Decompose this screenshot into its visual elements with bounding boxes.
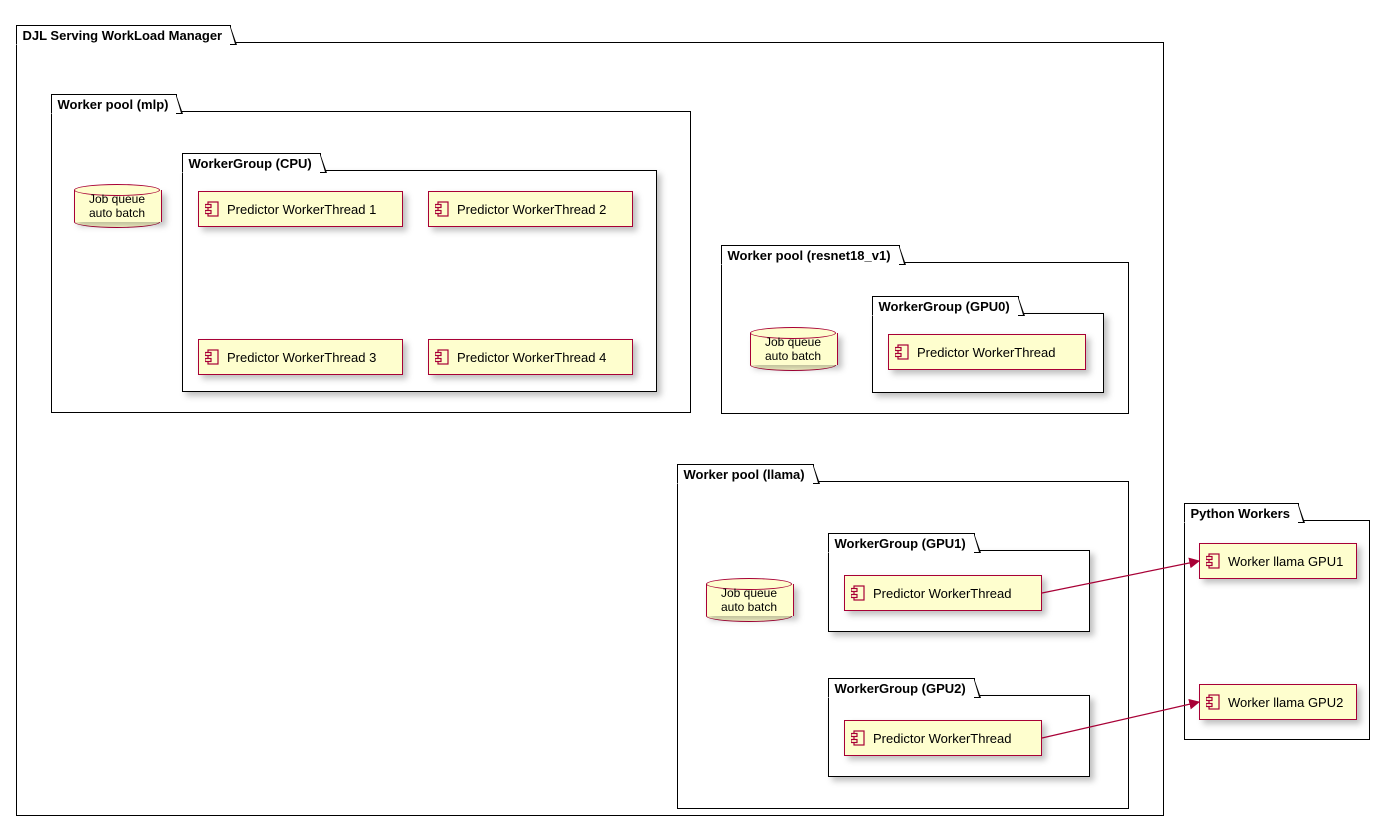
worker-pool-mlp-tab: Worker pool (mlp) — [51, 94, 178, 114]
component-icon — [851, 585, 865, 601]
predictor-thread-gpu2: Predictor WorkerThread — [844, 720, 1042, 756]
worker-group-gpu1-title: WorkerGroup (GPU1) — [835, 536, 966, 551]
package-manager-tab: DJL Serving WorkLoad Manager — [16, 25, 232, 45]
job-queue-resnet: Job queue auto batch — [750, 327, 836, 371]
worker-group-gpu0-title: WorkerGroup (GPU0) — [879, 299, 1010, 314]
predictor-thread-gpu0: Predictor WorkerThread — [888, 334, 1086, 370]
worker-group-gpu1-tab: WorkerGroup (GPU1) — [828, 533, 975, 553]
predictor-thread-gpu2-label: Predictor WorkerThread — [873, 731, 1011, 746]
python-worker-gpu2-label: Worker llama GPU2 — [1228, 695, 1343, 710]
worker-pool-llama-tab: Worker pool (llama) — [677, 464, 814, 484]
worker-pool-llama: Worker pool (llama) Job queue auto batch — [677, 463, 1129, 809]
predictor-thread-2-label: Predictor WorkerThread 2 — [457, 202, 606, 217]
worker-group-gpu1: WorkerGroup (GPU1) Predictor WorkerThrea… — [828, 532, 1090, 632]
python-worker-gpu1-label: Worker llama GPU1 — [1228, 554, 1343, 569]
worker-pool-resnet-tab: Worker pool (resnet18_v1) — [721, 245, 900, 265]
predictor-thread-2: Predictor WorkerThread 2 — [428, 191, 633, 227]
predictor-thread-3: Predictor WorkerThread 3 — [198, 339, 403, 375]
worker-group-gpu2-tab: WorkerGroup (GPU2) — [828, 678, 975, 698]
worker-group-gpu0-tab: WorkerGroup (GPU0) — [872, 296, 1019, 316]
package-manager-title: DJL Serving WorkLoad Manager — [23, 28, 223, 43]
worker-group-cpu-tab: WorkerGroup (CPU) — [182, 153, 321, 173]
python-workers-tab: Python Workers — [1184, 503, 1299, 523]
predictor-thread-4-label: Predictor WorkerThread 4 — [457, 350, 606, 365]
predictor-thread-gpu1-label: Predictor WorkerThread — [873, 586, 1011, 601]
job-queue-mlp-line1: Job queue — [89, 192, 145, 206]
component-icon — [205, 201, 219, 217]
predictor-thread-gpu1: Predictor WorkerThread — [844, 575, 1042, 611]
component-icon — [1206, 694, 1220, 710]
component-icon — [895, 344, 909, 360]
worker-pool-mlp: Worker pool (mlp) Job queue auto batch — [51, 93, 691, 413]
predictor-thread-3-label: Predictor WorkerThread 3 — [227, 350, 376, 365]
job-queue-llama-line1: Job queue — [721, 586, 777, 600]
python-worker-gpu1: Worker llama GPU1 — [1199, 543, 1357, 579]
job-queue-mlp-line2: auto batch — [89, 206, 145, 220]
predictor-thread-gpu0-label: Predictor WorkerThread — [917, 345, 1055, 360]
worker-group-gpu0: WorkerGroup (GPU0) Predictor WorkerThrea… — [872, 295, 1104, 393]
predictor-thread-1-label: Predictor WorkerThread 1 — [227, 202, 376, 217]
diagram-canvas: DJL Serving WorkLoad Manager Worker pool… — [0, 0, 1383, 824]
worker-group-gpu2: WorkerGroup (GPU2) Predictor WorkerThrea… — [828, 677, 1090, 777]
worker-group-cpu-title: WorkerGroup (CPU) — [189, 156, 312, 171]
job-queue-llama: Job queue auto batch — [706, 578, 792, 622]
predictor-thread-1: Predictor WorkerThread 1 — [198, 191, 403, 227]
component-icon — [435, 201, 449, 217]
job-queue-resnet-line2: auto batch — [765, 349, 821, 363]
component-icon — [435, 349, 449, 365]
worker-pool-mlp-title: Worker pool (mlp) — [58, 97, 169, 112]
predictor-thread-4: Predictor WorkerThread 4 — [428, 339, 633, 375]
job-queue-mlp: Job queue auto batch — [74, 184, 160, 228]
python-workers-title: Python Workers — [1191, 506, 1290, 521]
worker-group-cpu: WorkerGroup (CPU) Predictor WorkerThread… — [182, 152, 657, 392]
worker-pool-llama-title: Worker pool (llama) — [684, 467, 805, 482]
job-queue-llama-line2: auto batch — [721, 600, 777, 614]
python-workers: Python Workers Worker llama GPU1 Worker … — [1184, 502, 1370, 740]
package-manager: DJL Serving WorkLoad Manager Worker pool… — [16, 24, 1164, 816]
worker-group-gpu2-title: WorkerGroup (GPU2) — [835, 681, 966, 696]
python-worker-gpu2: Worker llama GPU2 — [1199, 684, 1357, 720]
worker-pool-resnet-title: Worker pool (resnet18_v1) — [728, 248, 891, 263]
job-queue-resnet-line1: Job queue — [765, 335, 821, 349]
component-icon — [1206, 553, 1220, 569]
worker-pool-resnet: Worker pool (resnet18_v1) Job queue auto… — [721, 244, 1129, 414]
component-icon — [205, 349, 219, 365]
component-icon — [851, 730, 865, 746]
